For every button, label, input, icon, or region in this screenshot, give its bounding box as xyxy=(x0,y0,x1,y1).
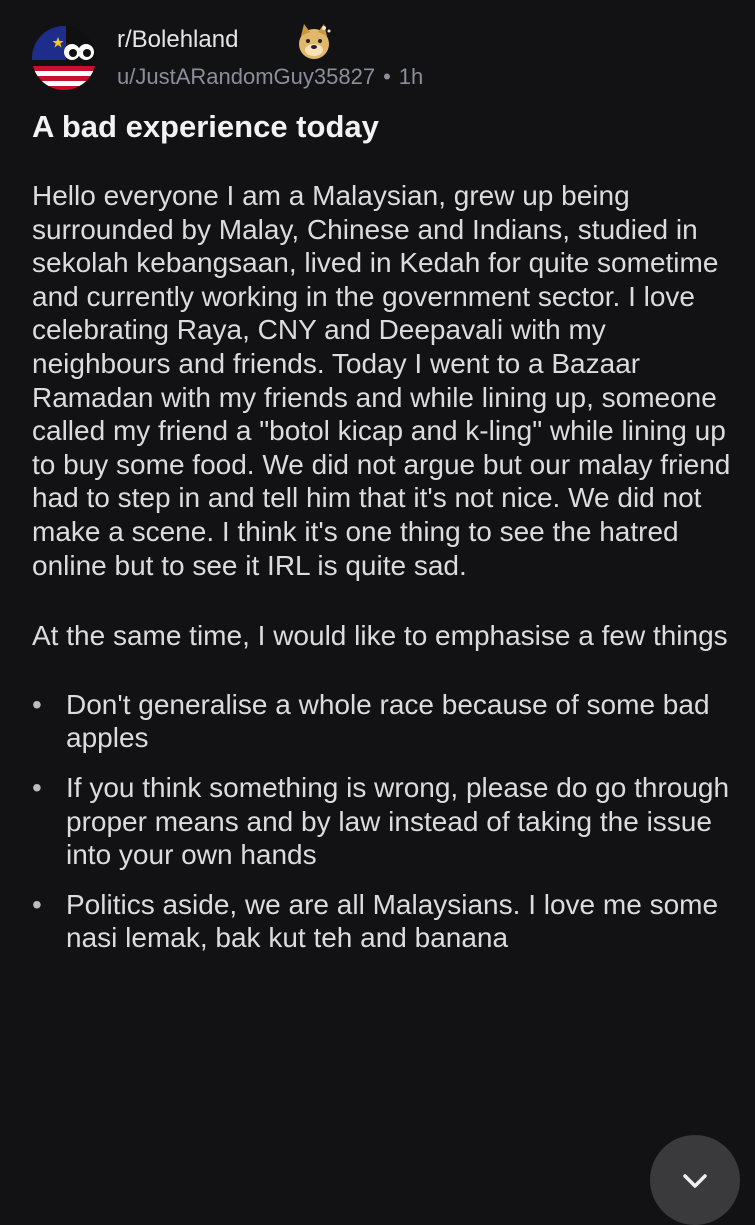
bullet-list: • Don't generalise a whole race because … xyxy=(32,688,732,955)
list-item-text: If you think something is wrong, please … xyxy=(66,771,730,871)
meta-separator: • xyxy=(383,64,391,89)
doge-icon xyxy=(294,22,334,62)
post-header: r/Bolehland u/JustARandomGuy35827 • 1h xyxy=(32,22,722,92)
list-item: • If you think something is wrong, pleas… xyxy=(32,771,732,872)
body-paragraph: At the same time, I would like to emphas… xyxy=(32,620,728,652)
list-item-text: Politics aside, we are all Malaysians. I… xyxy=(66,888,719,954)
list-item-text: Don't generalise a whole race because of… xyxy=(66,688,710,754)
bullet-glyph: • xyxy=(32,888,42,920)
list-item: • Politics aside, we are all Malaysians.… xyxy=(32,888,732,955)
post-meta: u/JustARandomGuy35827 • 1h xyxy=(117,64,423,90)
bullet-glyph: • xyxy=(32,688,42,720)
post-timestamp: 1h xyxy=(398,64,424,89)
close-button[interactable] xyxy=(650,1135,740,1225)
username-link[interactable]: u/JustARandomGuy35827 xyxy=(117,64,375,89)
post-body: Hello everyone I am a Malaysian, grew up… xyxy=(32,179,732,971)
subreddit-name[interactable]: r/Bolehland xyxy=(117,26,238,54)
list-item: • Don't generalise a whole race because … xyxy=(32,688,732,755)
body-paragraph: Hello everyone I am a Malaysian, grew up… xyxy=(32,180,731,581)
close-icon xyxy=(683,1174,707,1188)
subreddit-avatar-icon[interactable] xyxy=(32,26,96,90)
post-title: A bad experience today xyxy=(32,109,379,144)
bullet-glyph: • xyxy=(32,771,42,803)
